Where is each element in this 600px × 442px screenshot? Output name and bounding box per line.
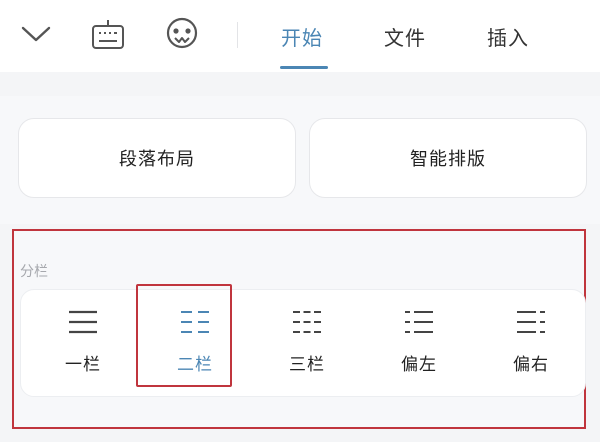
selected-option-highlight — [136, 284, 232, 387]
column-option-right[interactable]: 偏右 — [481, 290, 581, 398]
smart-layout-button[interactable]: 智能排版 — [309, 118, 587, 198]
column-option-label: 三栏 — [289, 355, 325, 375]
column-option-left[interactable]: 偏左 — [369, 290, 469, 398]
tab-file[interactable]: 文件 — [384, 22, 426, 52]
three-column-icon — [293, 311, 321, 333]
column-option-label: 一栏 — [65, 355, 101, 375]
column-option-label: 偏右 — [513, 355, 549, 375]
top-toolbar: 开始 文件 插入 — [0, 0, 600, 73]
paragraph-layout-label: 段落布局 — [119, 149, 195, 170]
columns-options-card: 一栏 二栏 三栏 偏左 偏右 — [20, 289, 586, 397]
layout-buttons-area: 段落布局 智能排版 — [0, 96, 600, 224]
column-option-one[interactable]: 一栏 — [33, 290, 133, 398]
section-label: 分栏 — [20, 264, 48, 280]
keyboard-icon[interactable] — [88, 14, 128, 54]
one-column-icon — [69, 310, 97, 334]
active-tab-indicator — [280, 66, 328, 69]
tab-start[interactable]: 开始 — [281, 22, 323, 52]
toolbar-divider — [237, 22, 238, 48]
chevron-down-icon[interactable] — [16, 14, 56, 54]
column-option-three[interactable]: 三栏 — [257, 290, 357, 398]
toolbar-gap — [0, 72, 600, 96]
columns-section: 分栏 一栏 二栏 三栏 偏左 偏右 — [12, 229, 586, 429]
paragraph-layout-button[interactable]: 段落布局 — [18, 118, 296, 198]
smart-layout-label: 智能排版 — [410, 149, 486, 170]
column-option-label: 偏左 — [401, 355, 437, 375]
smiley-icon[interactable] — [162, 14, 202, 54]
tab-insert[interactable]: 插入 — [487, 22, 529, 52]
right-skewed-column-icon — [517, 311, 545, 333]
left-skewed-column-icon — [405, 311, 433, 333]
